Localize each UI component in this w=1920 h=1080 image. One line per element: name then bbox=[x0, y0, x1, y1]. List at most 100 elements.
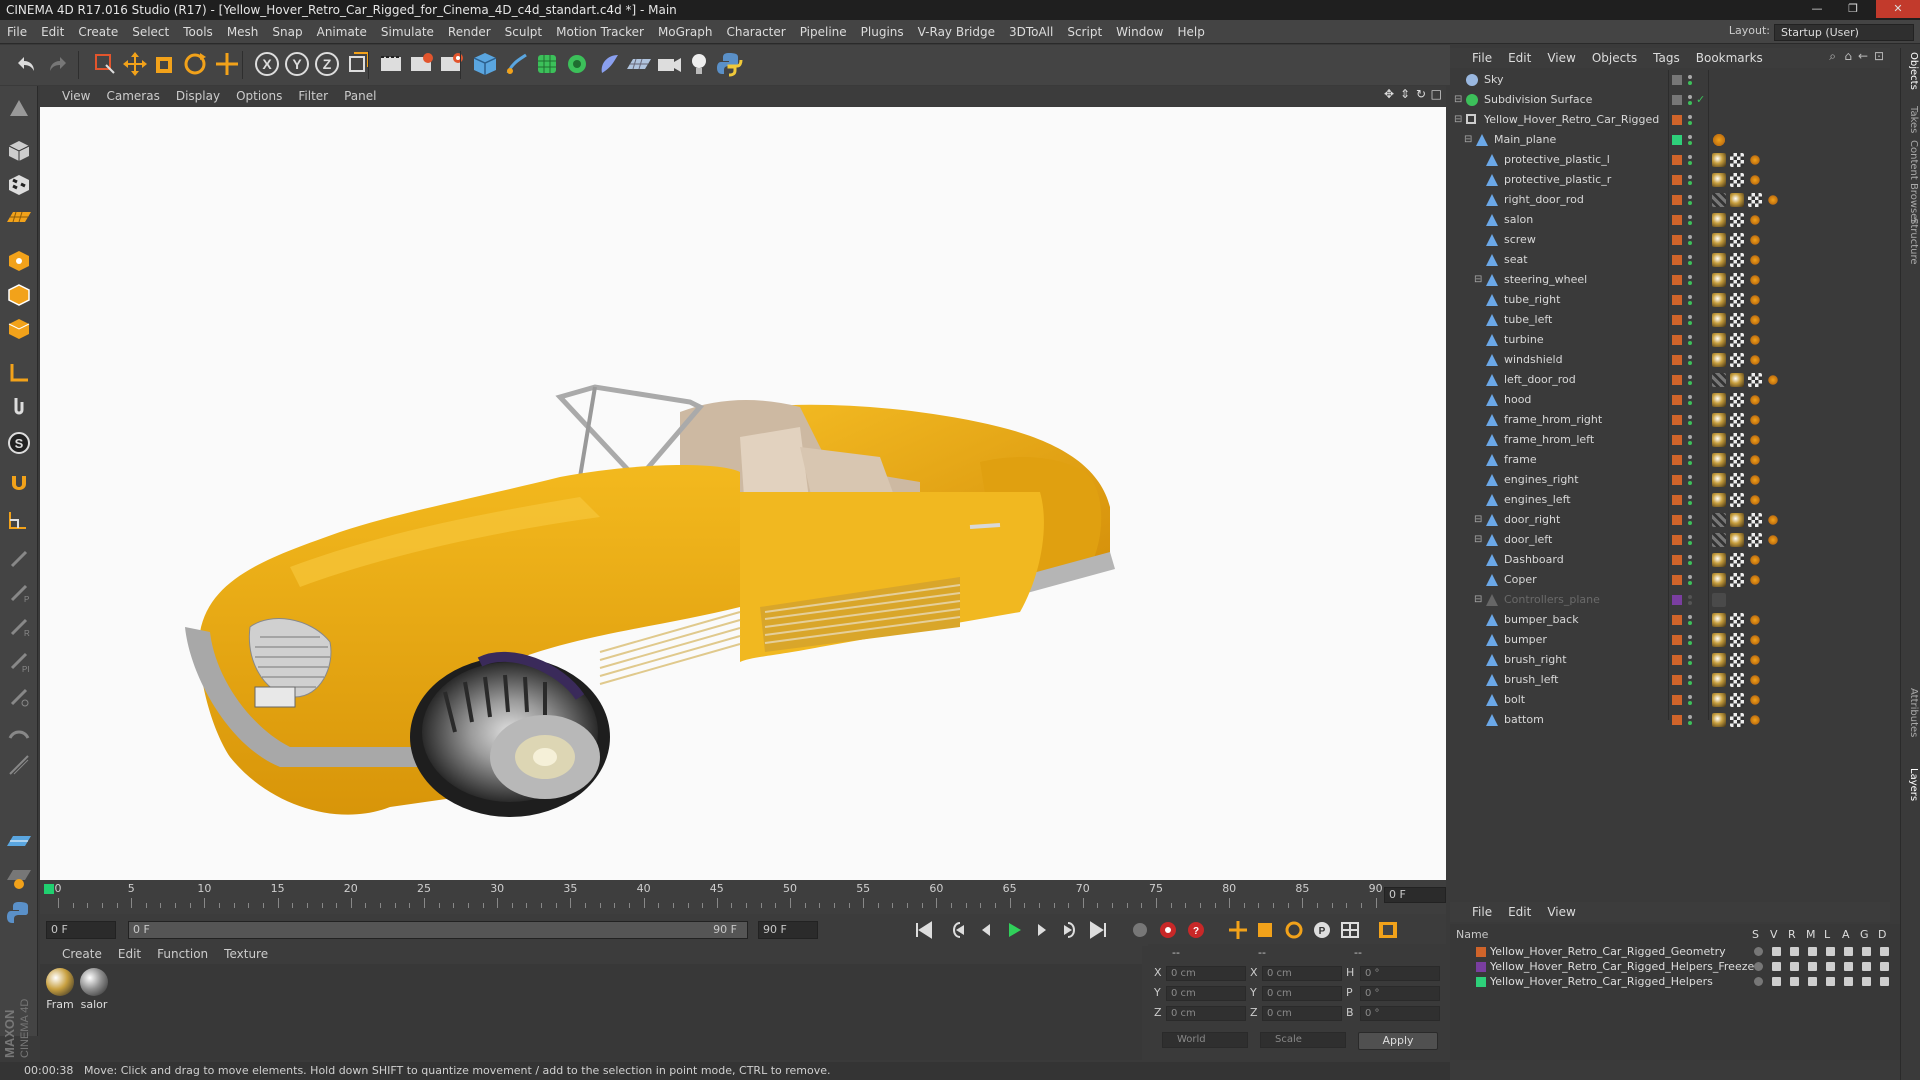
coord-mode-select[interactable]: World bbox=[1162, 1032, 1248, 1048]
layer-color-swatch[interactable] bbox=[1476, 947, 1486, 957]
current-frame-field[interactable]: 0 F bbox=[1384, 887, 1446, 903]
editor-visibility-dot[interactable] bbox=[1688, 655, 1692, 659]
viewport-menu-cameras[interactable]: Cameras bbox=[98, 86, 167, 106]
camera-icon[interactable] bbox=[654, 49, 684, 79]
next-key-icon[interactable] bbox=[1058, 919, 1082, 941]
om-menu-bookmarks[interactable]: Bookmarks bbox=[1688, 48, 1771, 68]
home-icon[interactable]: ⌂ bbox=[1844, 49, 1852, 63]
menu-snap[interactable]: Snap bbox=[265, 20, 309, 44]
material-swatch[interactable]: Fram bbox=[44, 968, 76, 1011]
uvw-tag-icon[interactable] bbox=[1748, 533, 1762, 547]
uvw-tag-icon[interactable] bbox=[1730, 413, 1744, 427]
live-selection-icon[interactable] bbox=[90, 49, 120, 79]
editor-visibility-dot[interactable] bbox=[1688, 595, 1692, 599]
layer-color-swatch[interactable] bbox=[1672, 215, 1682, 225]
maximize-view-icon[interactable]: □ bbox=[1431, 87, 1442, 101]
uvw-tag-icon[interactable] bbox=[1748, 193, 1762, 207]
layer-color-swatch[interactable] bbox=[1672, 195, 1682, 205]
weight-tag-icon[interactable] bbox=[1748, 253, 1762, 267]
key-scale-icon[interactable] bbox=[1254, 919, 1278, 941]
back-icon[interactable]: ← bbox=[1858, 49, 1868, 63]
expand-toggle-icon[interactable]: ⊟ bbox=[1474, 530, 1482, 550]
object-row[interactable]: right_door_rod bbox=[1450, 190, 1900, 210]
weight-tag-icon[interactable] bbox=[1748, 453, 1762, 467]
coord-position-field[interactable]: 0 cm bbox=[1166, 986, 1246, 1001]
menu-character[interactable]: Character bbox=[719, 20, 792, 44]
start-frame-field[interactable]: 0 F bbox=[46, 921, 116, 939]
render-visibility-dot[interactable] bbox=[1688, 501, 1692, 505]
menu-window[interactable]: Window bbox=[1109, 20, 1170, 44]
weight-tag-icon[interactable] bbox=[1766, 533, 1780, 547]
object-row[interactable]: frame_hrom_left bbox=[1450, 430, 1900, 450]
layer-color-swatch[interactable] bbox=[1672, 655, 1682, 665]
workplane-icon[interactable] bbox=[4, 202, 34, 232]
material-tag-icon[interactable] bbox=[1730, 373, 1744, 387]
layer-toggle-icon[interactable] bbox=[1790, 947, 1799, 956]
material-tag-icon[interactable] bbox=[1712, 413, 1726, 427]
editor-visibility-dot[interactable] bbox=[1688, 535, 1692, 539]
key-position-icon[interactable] bbox=[1226, 919, 1250, 941]
editor-visibility-dot[interactable] bbox=[1688, 375, 1692, 379]
render-visibility-dot[interactable] bbox=[1688, 161, 1692, 165]
render-visibility-dot[interactable] bbox=[1688, 581, 1692, 585]
constraint-tag-icon[interactable] bbox=[1712, 193, 1726, 207]
sculpt-inflate-icon[interactable] bbox=[4, 682, 34, 712]
sculpt-flatten-icon[interactable]: PI bbox=[4, 646, 34, 676]
object-row[interactable]: ⊟ Controllers_plane bbox=[1450, 590, 1900, 610]
python-icon[interactable] bbox=[714, 49, 744, 79]
object-row[interactable]: tube_right bbox=[1450, 290, 1900, 310]
material-menu-create[interactable]: Create bbox=[54, 944, 110, 964]
menu-motion-tracker[interactable]: Motion Tracker bbox=[549, 20, 651, 44]
layer-toggle-icon[interactable] bbox=[1754, 977, 1763, 986]
weight-tag-icon[interactable] bbox=[1748, 693, 1762, 707]
editor-visibility-dot[interactable] bbox=[1688, 115, 1692, 119]
render-visibility-dot[interactable] bbox=[1688, 661, 1692, 665]
object-row[interactable]: bolt bbox=[1450, 690, 1900, 710]
timeline-ruler[interactable]: 0 5 10 15 20 25 30 35 40 45 50 55 60 65 70 75 80 85 90 0 F bbox=[40, 880, 1446, 916]
sculpt-pull-icon[interactable]: P bbox=[4, 578, 34, 608]
weight-tag-icon[interactable] bbox=[1748, 313, 1762, 327]
layer-color-swatch[interactable] bbox=[1672, 395, 1682, 405]
sculpt-smooth-icon[interactable]: R bbox=[4, 612, 34, 642]
layer-toggle-icon[interactable] bbox=[1790, 977, 1799, 986]
expand-toggle-icon[interactable]: ⊟ bbox=[1474, 270, 1482, 290]
tweak-mode-icon[interactable] bbox=[4, 392, 34, 422]
material-tag-icon[interactable] bbox=[1712, 233, 1726, 247]
side-tab-content-browser[interactable]: Content Browser bbox=[1903, 140, 1919, 223]
go-to-start-icon[interactable] bbox=[912, 919, 936, 941]
key-rotation-icon[interactable] bbox=[1282, 919, 1306, 941]
render-visibility-dot[interactable] bbox=[1688, 681, 1692, 685]
layer-toggle-icon[interactable] bbox=[1844, 962, 1853, 971]
layer-color-swatch[interactable] bbox=[1672, 635, 1682, 645]
material-tag-icon[interactable] bbox=[1712, 393, 1726, 407]
render-visibility-dot[interactable] bbox=[1688, 81, 1692, 85]
coord-rotation-field[interactable]: 0 ° bbox=[1360, 986, 1440, 1001]
edges-mode-icon[interactable] bbox=[4, 280, 34, 310]
layer-color-swatch[interactable] bbox=[1672, 235, 1682, 245]
expand-toggle-icon[interactable]: ⊟ bbox=[1454, 110, 1462, 130]
render-visibility-dot[interactable] bbox=[1688, 221, 1692, 225]
menu-mograph[interactable]: MoGraph bbox=[651, 20, 720, 44]
material-tag-icon[interactable] bbox=[1712, 673, 1726, 687]
object-row[interactable]: ⊟ Subdivision Surface ✓ bbox=[1450, 90, 1900, 110]
menu-animate[interactable]: Animate bbox=[310, 20, 374, 44]
enabled-check-icon[interactable]: ✓ bbox=[1696, 90, 1705, 110]
weight-tag-icon[interactable] bbox=[1748, 153, 1762, 167]
editor-visibility-dot[interactable] bbox=[1688, 695, 1692, 699]
previous-key-icon[interactable] bbox=[946, 919, 970, 941]
viewport-menu-display[interactable]: Display bbox=[168, 86, 228, 106]
layout-select[interactable]: Startup (User) bbox=[1774, 24, 1914, 41]
layer-toggle-icon[interactable] bbox=[1844, 947, 1853, 956]
layer-toggle-icon[interactable] bbox=[1862, 977, 1871, 986]
editor-visibility-dot[interactable] bbox=[1688, 315, 1692, 319]
current-frame-marker[interactable] bbox=[44, 884, 54, 894]
editor-visibility-dot[interactable] bbox=[1688, 195, 1692, 199]
material-tag-icon[interactable] bbox=[1712, 213, 1726, 227]
weight-tag-icon[interactable] bbox=[1748, 553, 1762, 567]
object-row[interactable]: frame_hrom_right bbox=[1450, 410, 1900, 430]
editor-visibility-dot[interactable] bbox=[1688, 555, 1692, 559]
weight-tag-icon[interactable] bbox=[1748, 213, 1762, 227]
render-picture-viewer-icon[interactable] bbox=[406, 49, 436, 79]
layer-color-swatch[interactable] bbox=[1672, 415, 1682, 425]
weight-tag-icon[interactable] bbox=[1748, 173, 1762, 187]
